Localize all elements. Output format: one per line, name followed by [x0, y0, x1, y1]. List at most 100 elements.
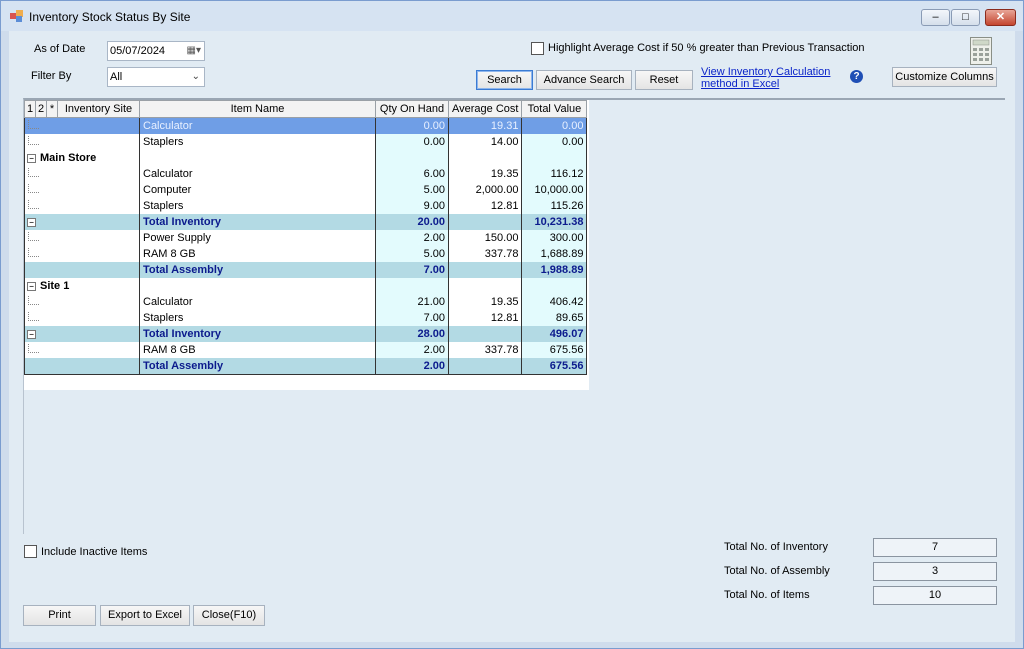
table-row[interactable]: Calculator 21.00 19.35 406.42 — [24, 294, 588, 310]
table-row[interactable]: Power Supply 2.00 150.00 300.00 — [24, 230, 588, 246]
collapse-subgroup-icon[interactable]: − — [27, 217, 36, 227]
view-calculation-link[interactable]: View Inventory Calculation method in Exc… — [701, 66, 830, 90]
avg-cost-cell — [447, 262, 523, 278]
header-average-cost[interactable]: Average Cost — [447, 100, 523, 118]
qty-cell: 0.00 — [375, 134, 449, 150]
tree-connector — [28, 199, 39, 209]
site-name: Main Store — [40, 152, 97, 164]
total-value-cell: 675.56 — [521, 358, 588, 375]
item-name-cell: Total Inventory — [139, 326, 376, 342]
view-calculation-link-line2: method in Excel — [701, 78, 780, 90]
site-cell — [24, 134, 140, 150]
total-value-cell: 115.26 — [521, 198, 588, 214]
item-name-cell — [139, 278, 376, 294]
advance-search-button[interactable]: Advance Search — [536, 70, 632, 90]
total-value-cell: 300.00 — [521, 230, 588, 246]
table-row[interactable]: Computer 5.00 2,000.00 10,000.00 — [24, 182, 588, 198]
qty-cell: 2.00 — [375, 230, 449, 246]
item-name-cell: Staplers — [139, 198, 376, 214]
as-of-date-label: As of Date — [34, 43, 86, 55]
site-cell — [24, 358, 140, 375]
site-cell — [24, 230, 140, 246]
subtotal-row[interactable]: − Total Inventory 20.00 10,231.38 — [24, 214, 588, 230]
tree-connector — [28, 183, 39, 193]
collapse-subgroup-icon[interactable]: − — [27, 329, 36, 339]
group-row[interactable]: − Main Store — [24, 150, 588, 166]
subtotal-row[interactable]: Total Assembly 7.00 1,988.89 — [24, 262, 588, 278]
title-bar[interactable]: Inventory Stock Status By Site – □ ✕ — [1, 1, 1023, 31]
app-icon — [10, 10, 23, 22]
app-window: Inventory Stock Status By Site – □ ✕ As … — [0, 0, 1024, 649]
search-button[interactable]: Search — [476, 70, 533, 90]
header-item-name[interactable]: Item Name — [139, 100, 376, 118]
tree-connector — [28, 343, 39, 353]
customize-columns-button[interactable]: Customize Columns — [892, 67, 997, 87]
close-window-button[interactable]: ✕ — [985, 9, 1016, 26]
stat-label: Total No. of Assembly — [724, 565, 830, 577]
item-name-cell: Computer — [139, 182, 376, 198]
group-row[interactable]: − Site 1 — [24, 278, 588, 294]
header-qty-on-hand[interactable]: Qty On Hand — [375, 100, 449, 118]
site-cell — [24, 166, 140, 182]
qty-cell: 9.00 — [375, 198, 449, 214]
site-cell: − — [24, 326, 140, 342]
close-button[interactable]: Close(F10) — [193, 605, 265, 626]
highlight-avg-cost-label: Highlight Average Cost if 50 % greater t… — [548, 42, 865, 54]
group-level-all-button[interactable]: * — [46, 100, 58, 118]
avg-cost-cell — [447, 150, 523, 166]
subtotal-row[interactable]: Total Assembly 2.00 675.56 — [24, 358, 588, 375]
total-value-cell: 10,231.38 — [521, 214, 588, 230]
total-value-cell: 116.12 — [521, 166, 588, 182]
export-excel-button[interactable]: Export to Excel — [100, 605, 190, 626]
table-row[interactable]: Staplers 9.00 12.81 115.26 — [24, 198, 588, 214]
group-level-2-button[interactable]: 2 — [35, 100, 47, 118]
table-row[interactable]: Staplers 0.00 14.00 0.00 — [24, 134, 588, 150]
qty-cell: 2.00 — [375, 358, 449, 375]
site-cell — [24, 342, 140, 358]
chevron-down-icon: ⌄ — [191, 71, 200, 82]
table-row[interactable]: RAM 8 GB 2.00 337.78 675.56 — [24, 342, 588, 358]
qty-cell — [375, 278, 449, 294]
table-row[interactable]: RAM 8 GB 5.00 337.78 1,688.89 — [24, 246, 588, 262]
total-value-cell: 0.00 — [521, 117, 588, 134]
site-cell: − Site 1 — [24, 278, 140, 294]
group-level-1-button[interactable]: 1 — [24, 100, 36, 118]
header-total-value[interactable]: Total Value — [521, 100, 588, 118]
calendar-dropdown-icon[interactable]: ▦▾ — [187, 42, 201, 60]
item-name-cell: Staplers — [139, 134, 376, 150]
as-of-date-field[interactable]: 05/07/2024 ▦▾ — [107, 41, 205, 61]
subtotal-row[interactable]: − Total Inventory 28.00 496.07 — [24, 326, 588, 342]
filter-by-value: All — [110, 71, 123, 83]
collapse-group-icon[interactable]: − — [27, 153, 36, 163]
stat-value: 7 — [873, 538, 997, 557]
print-button[interactable]: Print — [23, 605, 96, 626]
collapse-group-icon[interactable]: − — [27, 281, 36, 291]
include-inactive-label: Include Inactive Items — [41, 546, 148, 558]
maximize-button[interactable]: □ — [951, 9, 980, 26]
avg-cost-cell: 19.31 — [447, 117, 523, 134]
help-icon[interactable]: ? — [850, 70, 863, 83]
minimize-button[interactable]: – — [921, 9, 950, 26]
qty-cell: 2.00 — [375, 342, 449, 358]
table-row[interactable]: Staplers 7.00 12.81 89.65 — [24, 310, 588, 326]
site-cell — [24, 310, 140, 326]
tree-connector — [28, 295, 39, 305]
table-row[interactable]: Calculator 6.00 19.35 116.12 — [24, 166, 588, 182]
include-inactive-checkbox[interactable] — [24, 545, 37, 558]
highlight-avg-cost-checkbox[interactable] — [531, 42, 544, 55]
item-name-cell: Total Inventory — [139, 214, 376, 230]
avg-cost-cell: 12.81 — [447, 198, 523, 214]
avg-cost-cell: 14.00 — [447, 134, 523, 150]
calculator-icon[interactable] — [970, 37, 992, 65]
filter-by-select[interactable]: All ⌄ — [107, 67, 205, 87]
qty-cell: 5.00 — [375, 182, 449, 198]
reset-button[interactable]: Reset — [635, 70, 693, 90]
stock-grid[interactable]: 1 2 * Inventory Site Item Name Qty On Ha… — [23, 98, 1005, 534]
qty-cell — [375, 150, 449, 166]
item-name-cell: Power Supply — [139, 230, 376, 246]
tree-connector — [28, 231, 39, 241]
table-row[interactable]: Calculator 0.00 19.31 0.00 — [24, 117, 588, 134]
avg-cost-cell — [447, 358, 523, 375]
header-inventory-site[interactable]: Inventory Site — [57, 100, 140, 118]
qty-cell: 21.00 — [375, 294, 449, 310]
